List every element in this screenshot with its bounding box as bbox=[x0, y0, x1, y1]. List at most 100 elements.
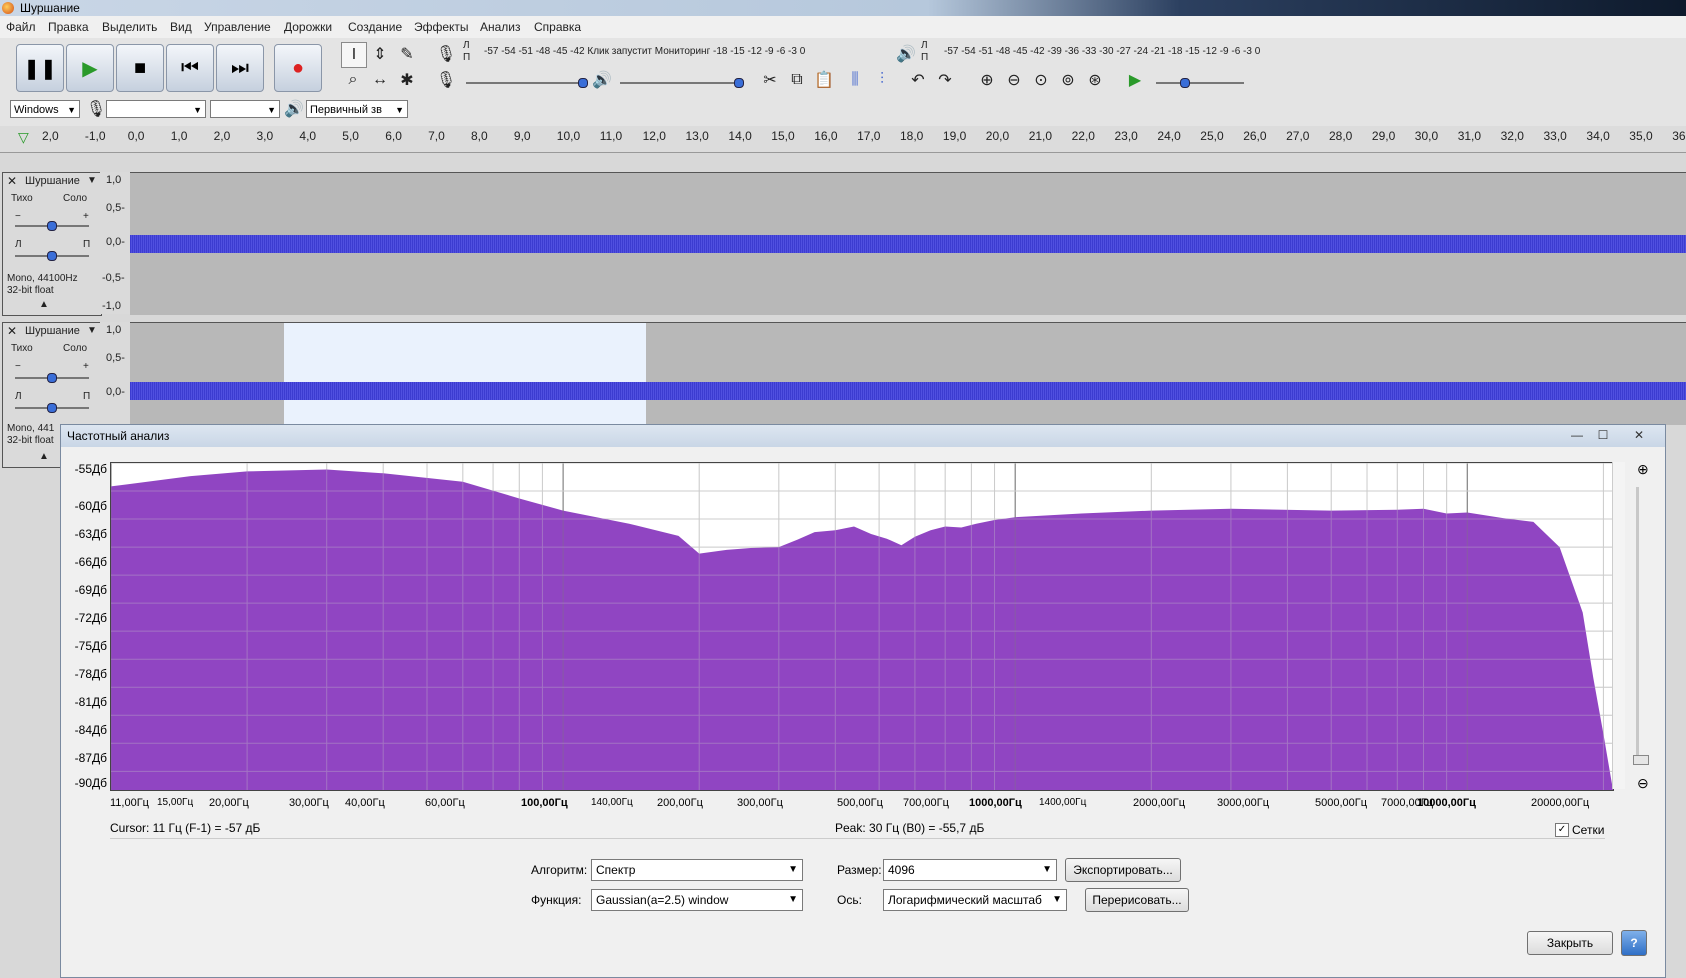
track-menu-arrow-icon[interactable]: ▼ bbox=[87, 175, 97, 186]
input-volume-knob[interactable] bbox=[578, 78, 588, 88]
menu-transport[interactable]: Управление bbox=[204, 20, 271, 34]
trim-button[interactable]: ⫼ bbox=[843, 68, 867, 92]
play-icon: ▶ bbox=[82, 57, 98, 80]
pause-button[interactable]: ❚❚ bbox=[16, 44, 64, 92]
track-waveform[interactable] bbox=[130, 172, 1686, 315]
collapse-track-icon[interactable]: ▲ bbox=[39, 451, 49, 462]
draw-tool[interactable]: ✎ bbox=[395, 42, 419, 66]
multi-tool[interactable]: ✱ bbox=[395, 68, 419, 92]
play-meter-left-label: Л bbox=[921, 40, 928, 51]
zoom-in-button[interactable]: ⊕ bbox=[975, 68, 999, 92]
gain-knob[interactable] bbox=[47, 373, 57, 383]
audio-host-select[interactable]: Windows ▼ bbox=[10, 100, 80, 118]
timeshift-tool[interactable]: ↔ bbox=[368, 68, 392, 92]
skip-end-button[interactable]: ⏭ bbox=[216, 44, 264, 92]
vertical-zoom-track[interactable] bbox=[1636, 487, 1639, 757]
recording-device-icon: 🎙 bbox=[84, 97, 108, 121]
track-y-axis: 1,0 0,5- 0,0- -0,5- -1,0 bbox=[100, 172, 130, 314]
gain-knob[interactable] bbox=[47, 221, 57, 231]
size-select[interactable]: 4096 ▼ bbox=[883, 859, 1057, 881]
zoom-out-icon[interactable]: ⊖ bbox=[1637, 775, 1649, 792]
track-name[interactable]: Шуршание bbox=[25, 175, 80, 187]
recording-device-select[interactable]: ▼ bbox=[106, 100, 206, 118]
stop-button[interactable]: ■ bbox=[116, 44, 164, 92]
mute-button[interactable]: Тихо bbox=[11, 193, 33, 204]
silence-button[interactable]: ⫶ bbox=[870, 68, 894, 92]
speaker-icon: 🔊 bbox=[592, 72, 612, 89]
selection-tool[interactable]: I bbox=[341, 42, 367, 68]
mute-button[interactable]: Тихо bbox=[11, 343, 33, 354]
selection-region[interactable] bbox=[284, 323, 646, 425]
fit-project-button[interactable]: ⊚ bbox=[1056, 68, 1080, 92]
menu-analyze[interactable]: Анализ bbox=[480, 20, 521, 34]
redo-button[interactable]: ↷ bbox=[933, 68, 957, 92]
export-button[interactable]: Экспортировать... bbox=[1065, 858, 1181, 882]
size-label: Размер: bbox=[837, 863, 882, 877]
y-axis-zero: 0,0- bbox=[106, 386, 125, 398]
menu-edit[interactable]: Правка bbox=[48, 20, 89, 34]
function-select[interactable]: Gaussian(a=2.5) window ▼ bbox=[591, 889, 803, 911]
close-track-icon[interactable]: ✕ bbox=[7, 174, 17, 188]
play-at-speed-button[interactable]: ▶ bbox=[1123, 68, 1147, 92]
fit-project-icon: ⊚ bbox=[1061, 72, 1075, 89]
paste-button[interactable]: 📋 bbox=[812, 68, 836, 92]
pan-knob[interactable] bbox=[47, 251, 57, 261]
play-speed-knob[interactable] bbox=[1180, 78, 1190, 88]
play-speed-slider[interactable] bbox=[1156, 82, 1244, 84]
redraw-button[interactable]: Перерисовать... bbox=[1085, 888, 1189, 912]
track-name[interactable]: Шуршание bbox=[25, 325, 80, 337]
ruler-tick-label: 25,0 bbox=[1200, 129, 1224, 143]
copy-button[interactable]: ⧉ bbox=[785, 68, 809, 92]
help-button[interactable]: ? bbox=[1621, 930, 1647, 956]
grid-checkbox[interactable]: ✓ bbox=[1555, 823, 1569, 837]
close-track-icon[interactable]: ✕ bbox=[7, 324, 17, 338]
collapse-track-icon[interactable]: ▲ bbox=[39, 299, 49, 310]
solo-button[interactable]: Соло bbox=[63, 193, 87, 204]
ruler-tick-label: 5,0 bbox=[342, 129, 359, 143]
track-menu-arrow-icon[interactable]: ▼ bbox=[87, 325, 97, 336]
menu-effects[interactable]: Эффекты bbox=[414, 20, 469, 34]
zoom-tool[interactable]: ⌕ bbox=[341, 68, 365, 92]
envelope-tool[interactable]: ⇕ bbox=[368, 42, 392, 66]
record-meter-scale[interactable]: -57 -54 -51 -48 -45 -42 Клик запустит Мо… bbox=[484, 46, 805, 57]
menu-select[interactable]: Выделить bbox=[102, 20, 157, 34]
cut-button[interactable]: ✂ bbox=[758, 68, 782, 92]
zoom-out-button[interactable]: ⊖ bbox=[1002, 68, 1026, 92]
undo-button[interactable]: ↶ bbox=[906, 68, 930, 92]
zoom-in-icon[interactable]: ⊕ bbox=[1637, 461, 1649, 478]
play-meter-scale[interactable]: -57 -54 -51 -48 -45 -42 -39 -36 -33 -30 … bbox=[944, 46, 1260, 57]
timeline-ruler[interactable]: ▽ 2,0 -1,0 0,0 1,0 2,0 3,0 4,0 5,0 6,0 7,0 8,0 9,0 1… bbox=[0, 126, 1686, 153]
menu-view[interactable]: Вид bbox=[170, 20, 192, 34]
algorithm-select[interactable]: Спектр ▼ bbox=[591, 859, 803, 881]
vertical-zoom-thumb[interactable] bbox=[1633, 755, 1649, 765]
ruler-tick-label: 12,0 bbox=[642, 129, 666, 143]
zoom-toggle-button[interactable]: ⊛ bbox=[1083, 68, 1107, 92]
playback-device-select[interactable]: Первичный зв ▼ bbox=[306, 100, 408, 118]
record-button[interactable]: ● bbox=[274, 44, 322, 92]
axis-select[interactable]: Логарифмический масштаб ▼ bbox=[883, 889, 1067, 911]
track-waveform[interactable] bbox=[130, 322, 1686, 425]
plot-scrollbar[interactable] bbox=[1612, 462, 1625, 789]
spectrum-plot[interactable] bbox=[110, 462, 1614, 791]
freq-label: 10000,00Гц bbox=[1417, 797, 1476, 809]
y-axis-neg-half: -0,5- bbox=[102, 272, 125, 284]
menu-help[interactable]: Справка bbox=[534, 20, 581, 34]
ruler-tick-label: 20,0 bbox=[985, 129, 1010, 143]
play-button[interactable]: ▶ bbox=[66, 44, 114, 92]
input-volume-slider[interactable] bbox=[466, 82, 586, 84]
pan-knob[interactable] bbox=[47, 403, 57, 413]
menu-generate[interactable]: Создание bbox=[348, 20, 402, 34]
output-volume-knob[interactable] bbox=[734, 78, 744, 88]
freq-label: 2000,00Гц bbox=[1133, 797, 1186, 809]
output-volume-slider[interactable] bbox=[620, 82, 740, 84]
recording-channels-select[interactable]: ▼ bbox=[210, 100, 280, 118]
fit-selection-button[interactable]: ⊙ bbox=[1029, 68, 1053, 92]
stop-icon: ■ bbox=[133, 56, 147, 79]
play-meter-speaker[interactable]: 🔊 bbox=[894, 42, 918, 66]
menu-file[interactable]: Файл bbox=[6, 20, 36, 34]
record-meter-mic[interactable]: 🎙 bbox=[434, 42, 458, 66]
close-button[interactable]: Закрыть bbox=[1527, 931, 1613, 955]
skip-start-button[interactable]: ⏮ bbox=[166, 44, 214, 92]
solo-button[interactable]: Соло bbox=[63, 343, 87, 354]
menu-tracks[interactable]: Дорожки bbox=[284, 20, 332, 34]
